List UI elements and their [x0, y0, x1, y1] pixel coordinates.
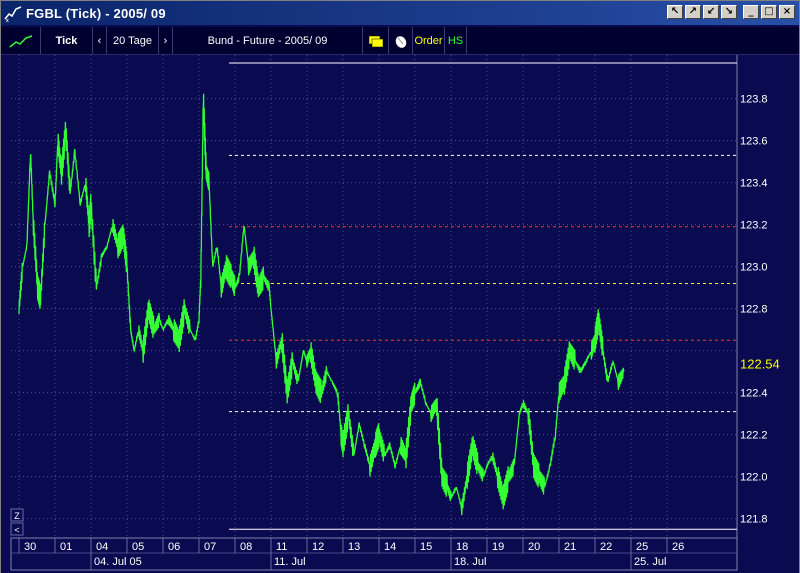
last-price-marker: 122.54	[740, 356, 780, 371]
range-selector[interactable]: 20 Tage	[107, 27, 159, 54]
chart-type-button[interactable]	[1, 27, 41, 54]
x-axis: 30 01 04 05 06 07 08 11 12 13 14 15 18 19 20 21 22 25 26 04…	[10, 537, 738, 571]
x-day-label-4: 06	[168, 541, 180, 553]
minimize-button[interactable]: _	[743, 5, 759, 19]
x-day-label-15: 21	[564, 541, 576, 553]
window-title: FGBL (Tick) - 2005/ 09	[26, 5, 166, 21]
x-week-label-1: 11. Jul	[274, 556, 306, 568]
windows-icon	[368, 35, 383, 47]
y-tick-label-9: 123.6	[740, 136, 768, 148]
hs-button[interactable]: HS	[445, 27, 467, 54]
svg-text:x: x	[6, 18, 9, 22]
x-day-label-0: 30	[24, 541, 36, 553]
chart-area[interactable]: 121.8 122.0 122.2 122.4 122.8 123.0 123.2 123.4…	[1, 55, 799, 573]
scroll-left-label[interactable]: <	[14, 525, 19, 535]
x-day-label-11: 15	[420, 541, 432, 553]
order-button[interactable]: Order	[413, 27, 445, 54]
range-prev-button[interactable]: ‹	[93, 27, 107, 54]
x-week-label-2: 18. Jul	[454, 556, 486, 568]
title-bar[interactable]: x FGBL (Tick) - 2005/ 09 ↖ ↗ ↙ ↘ _ □ ×	[1, 1, 799, 25]
toolbar: Tick ‹ 20 Tage › Bund - Future - 2005/ 0…	[1, 27, 799, 55]
zoom-control[interactable]: Z	[10, 508, 24, 522]
y-tick-label-10: 123.8	[740, 94, 768, 106]
windows-button[interactable]	[363, 27, 389, 54]
dock-bottom-right-button[interactable]: ↘	[721, 5, 737, 19]
x-week-label-0: 04. Jul 05	[94, 556, 142, 568]
chart-app-icon: x	[4, 6, 22, 22]
x-day-label-14: 20	[528, 541, 540, 553]
y-tick-label-7: 123.2	[740, 220, 768, 232]
x-week-label-3: 25. Jul	[634, 556, 666, 568]
instrument-label: Bund - Future - 2005/ 09	[173, 27, 363, 54]
x-day-label-16: 22	[600, 541, 612, 553]
last-price-label: 122.54	[740, 356, 780, 371]
dock-top-right-button[interactable]: ↗	[685, 5, 701, 19]
y-tick-label-6: 123.0	[740, 262, 768, 274]
y-tick-label-3: 122.4	[740, 388, 768, 400]
y-tick-label-2: 122.2	[740, 430, 768, 442]
x-day-label-9: 13	[348, 541, 360, 553]
x-day-label-13: 19	[492, 541, 504, 553]
y-tick-label-5: 122.8	[740, 304, 768, 316]
x-day-label-8: 12	[312, 541, 324, 553]
x-day-label-7: 11	[276, 541, 287, 553]
scroll-left-control[interactable]: <	[10, 522, 24, 536]
dock-bottom-left-button[interactable]: ↙	[703, 5, 719, 19]
x-day-label-3: 05	[132, 541, 144, 553]
chart-window: x FGBL (Tick) - 2005/ 09 ↖ ↗ ↙ ↘ _ □ × T…	[0, 0, 800, 573]
dock-top-left-button[interactable]: ↖	[667, 5, 683, 19]
y-tick-label-1: 122.0	[740, 472, 768, 484]
x-day-label-1: 01	[60, 541, 72, 553]
zoom-label[interactable]: Z	[14, 511, 20, 521]
x-day-label-2: 04	[96, 541, 108, 553]
x-day-label-5: 07	[204, 541, 216, 553]
y-tick-label-0: 121.8	[740, 514, 768, 526]
tick-mode-button[interactable]: Tick	[41, 27, 93, 54]
title-buttons: ↖ ↗ ↙ ↘ _ □ ×	[667, 5, 795, 19]
x-day-label-18: 26	[672, 541, 684, 553]
line-chart-icon	[9, 34, 32, 48]
mouse-icon	[395, 35, 406, 48]
maximize-button[interactable]: □	[761, 5, 777, 19]
y-tick-label-8: 123.4	[740, 178, 768, 190]
close-button[interactable]: ×	[779, 5, 795, 19]
price-chart[interactable]: 121.8 122.0 122.2 122.4 122.8 123.0 123.2 123.4…	[1, 55, 799, 573]
mouse-button[interactable]	[389, 27, 413, 54]
x-day-label-12: 18	[456, 541, 468, 553]
range-next-button[interactable]: ›	[159, 27, 173, 54]
x-day-label-6: 08	[240, 541, 252, 553]
x-day-label-17: 25	[636, 541, 648, 553]
x-day-label-10: 14	[384, 541, 396, 553]
